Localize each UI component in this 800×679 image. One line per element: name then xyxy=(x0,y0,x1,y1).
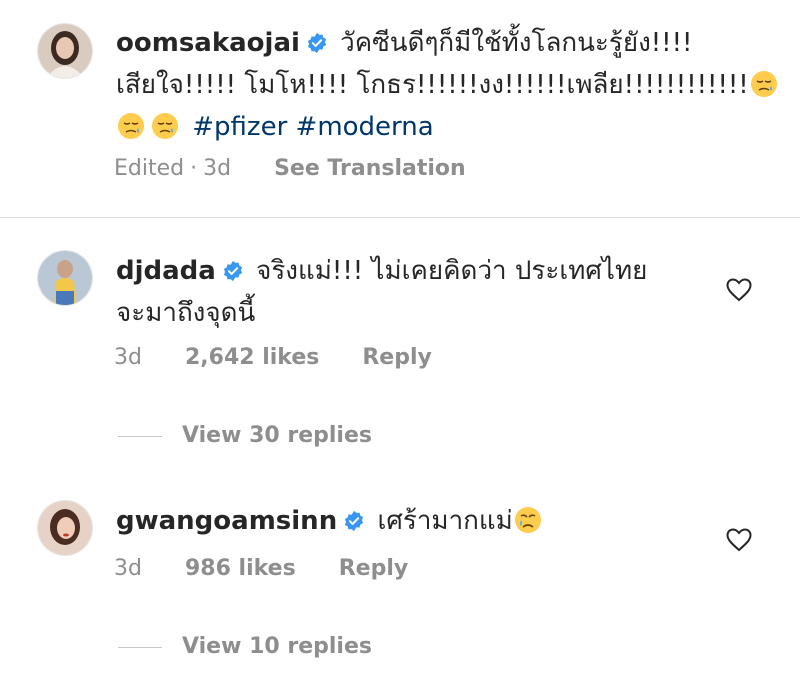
comment-text-line-1: จริงแม่!!! ไม่เคยคิดว่า ประเทศไทย xyxy=(256,256,648,286)
comment-text-line-1: วัคซีนดีๆก็มีใช้ทั้งโลกนะรู้ยัง!!!! xyxy=(340,28,693,58)
replies-line xyxy=(118,646,162,648)
likes-count[interactable]: 986 likes xyxy=(185,556,296,581)
caption-divider xyxy=(0,217,800,218)
comment-djdada: djdada จริงแม่!!! ไม่เคยคิดว่า ประเทศไทย… xyxy=(116,250,716,334)
view-replies-button[interactable]: View 30 replies xyxy=(118,423,372,448)
comment-oomsakaojai: oomsakaojai วัคซีนดีๆก็มีใช้ทั้งโลกนะรู้… xyxy=(116,22,779,148)
username-gwangoamsinn[interactable]: gwangoamsinn xyxy=(116,506,337,536)
view-replies-button[interactable]: View 10 replies xyxy=(118,634,372,659)
comment-meta-gwangoamsinn: 3d 986 likes Reply xyxy=(114,556,408,581)
hashtags[interactable]: #pfizer #moderna xyxy=(192,112,433,142)
like-heart-icon[interactable] xyxy=(726,528,752,552)
comment-time: 3d xyxy=(114,345,142,370)
view-replies-label: View 30 replies xyxy=(182,423,372,448)
crying-face-icon xyxy=(513,505,543,535)
avatar-djdada[interactable] xyxy=(37,250,93,306)
comment-meta-djdada: 3d 2,642 likes Reply xyxy=(114,345,432,370)
reply-button[interactable]: Reply xyxy=(362,345,432,370)
comment-meta-oomsakaojai: Edited · 3d See Translation xyxy=(114,156,466,181)
reply-button[interactable]: Reply xyxy=(339,556,409,581)
comment-time: 3d xyxy=(203,156,232,181)
comment-time: 3d xyxy=(114,556,142,581)
view-replies-label: View 10 replies xyxy=(182,634,372,659)
verified-badge-icon xyxy=(343,510,365,532)
verified-badge-icon xyxy=(222,260,244,282)
meta-separator: · xyxy=(190,156,198,181)
edited-label: Edited xyxy=(114,156,185,181)
see-translation-button[interactable]: See Translation xyxy=(274,156,466,181)
comment-text-line-1: เศร้ามากแม่ xyxy=(377,506,513,536)
comment-text-line-2: จะมาถึงจุดนี้ xyxy=(116,298,256,328)
sad-relieved-face-icon xyxy=(150,111,180,141)
likes-count[interactable]: 2,642 likes xyxy=(185,345,319,370)
replies-line xyxy=(118,435,162,437)
username-oomsakaojai[interactable]: oomsakaojai xyxy=(116,28,300,58)
comment-gwangoamsinn: gwangoamsinn เศร้ามากแม่ xyxy=(116,500,716,542)
sad-relieved-face-icon xyxy=(749,69,779,99)
like-heart-icon[interactable] xyxy=(726,278,752,302)
comment-text-line-2: เสียใจ!!!!! โมโห!!!! โกธร!!!!!!งง!!!!!!เ… xyxy=(116,70,749,100)
verified-badge-icon xyxy=(306,32,328,54)
avatar-oomsakaojai[interactable] xyxy=(37,23,93,79)
sad-relieved-face-icon xyxy=(116,111,146,141)
username-djdada[interactable]: djdada xyxy=(116,256,216,286)
avatar-gwangoamsinn[interactable] xyxy=(37,500,93,556)
